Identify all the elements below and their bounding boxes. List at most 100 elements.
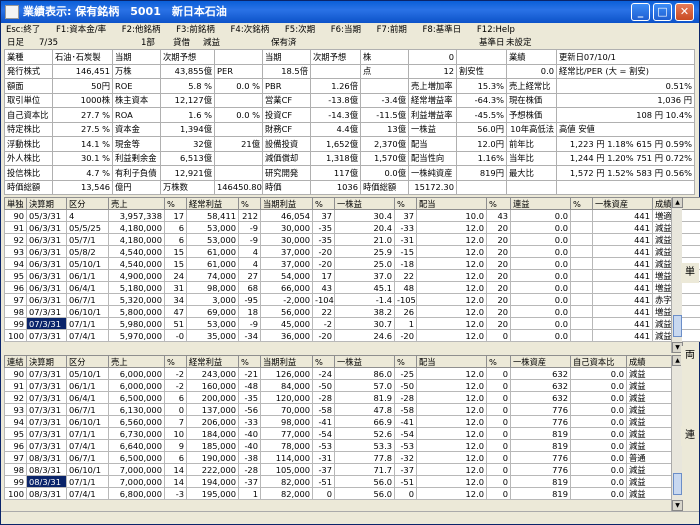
fkey-f2[interactable]: F2:他銘柄 bbox=[122, 25, 161, 35]
table-cell: 0 bbox=[486, 463, 511, 476]
stock-info-cell: -64.3% bbox=[456, 92, 507, 108]
column-header[interactable]: % bbox=[164, 355, 187, 368]
column-header[interactable]: 当期利益 bbox=[260, 355, 313, 368]
table-row[interactable]: 97 06/3/31 06/7/1 5,320,000 34 3,000 -95 -2,000… bbox=[4, 293, 700, 306]
column-header[interactable]: 売上 bbox=[108, 355, 165, 368]
column-header[interactable]: 配当 bbox=[416, 355, 487, 368]
stock-info-cell: 1,318億 bbox=[310, 150, 361, 166]
table-row[interactable]: 91 06/3/31 05/5/25 4,180,000 6 53,000 -9 30,000… bbox=[4, 221, 700, 234]
table-row[interactable]: 90 07/3/31 05/10/1 6,000,000 -2 243,000 -21 126… bbox=[4, 367, 682, 380]
column-header[interactable]: 一株益 bbox=[334, 355, 395, 368]
column-header[interactable]: 単独 bbox=[4, 197, 27, 210]
column-header[interactable]: 決算期 bbox=[26, 197, 67, 210]
column-header[interactable]: 連結 bbox=[4, 355, 27, 368]
table-row[interactable]: 95 07/3/31 07/1/1 6,730,000 10 184,000 -40 77,0… bbox=[4, 427, 682, 440]
column-header[interactable]: % bbox=[164, 197, 187, 210]
column-header[interactable]: 一株資産 bbox=[592, 197, 653, 210]
table-cell: 24 bbox=[164, 269, 187, 282]
column-header[interactable]: % bbox=[312, 355, 335, 368]
fkey-f1[interactable]: F1:資本金/率 bbox=[56, 25, 106, 35]
close-button[interactable]: ✕ bbox=[675, 3, 694, 21]
table-cell: 14 bbox=[164, 475, 187, 488]
fkey-f3[interactable]: F3:前銘柄 bbox=[176, 25, 215, 35]
column-header[interactable]: % bbox=[570, 197, 593, 210]
table-row[interactable]: 92 06/3/31 05/7/1 4,180,000 6 53,000 -9 30,000-… bbox=[4, 233, 700, 246]
table-cell: 25.9 bbox=[334, 245, 395, 258]
fkey-f7[interactable]: F7:前期 bbox=[377, 25, 407, 35]
fkey-esc[interactable]: Esc:終了 bbox=[6, 25, 40, 35]
stock-info-cell: 1.6 % bbox=[160, 107, 215, 123]
stock-info-row: 業種 石油･石炭製 当期 次期予想 当期 次期予想株 0 業績 更新日07/10/1 bbox=[4, 49, 695, 65]
scroll-thumb[interactable] bbox=[673, 473, 682, 495]
column-header[interactable]: 決算期 bbox=[26, 355, 67, 368]
stock-info-cell: 1000株 bbox=[52, 92, 113, 108]
table-cell: 07/3/31 bbox=[26, 415, 67, 428]
table-cell: -9 bbox=[238, 317, 261, 330]
scroll-toggle-button[interactable]: 両 bbox=[681, 346, 699, 366]
maximize-button[interactable]: □ bbox=[653, 3, 672, 21]
column-header[interactable]: % bbox=[238, 197, 261, 210]
table-row[interactable]: 91 07/3/31 06/1/1 6,000,000 -2 160,000 -48 84,0… bbox=[4, 379, 682, 392]
fkey-f4[interactable]: F4:次銘柄 bbox=[231, 25, 270, 35]
table-cell: -34 bbox=[238, 329, 261, 342]
scroll-down-icon[interactable]: ▼ bbox=[672, 500, 683, 511]
table-cell: -18 bbox=[394, 257, 417, 270]
table-cell: 20 bbox=[486, 233, 511, 246]
consolidated-side-button[interactable]: 連 bbox=[681, 426, 699, 446]
column-header[interactable]: % bbox=[238, 355, 261, 368]
column-header[interactable]: % bbox=[486, 355, 511, 368]
table-row[interactable]: 98 07/3/31 06/10/1 5,800,000 47 69,000 18 56,00… bbox=[4, 305, 700, 318]
table-row[interactable]: 98 08/3/31 06/10/1 7,000,000 14 222,000 -28 105… bbox=[4, 463, 682, 476]
info-row: 日足 7/35 1部 貸借 減益 保有済 基準日 未設定 bbox=[1, 37, 699, 49]
stock-info-cell: 利益剰余金 bbox=[112, 150, 161, 166]
single-side-button[interactable]: 単 bbox=[681, 263, 699, 283]
column-header[interactable]: 配当 bbox=[416, 197, 487, 210]
table-row[interactable]: 93 07/3/31 06/7/1 6,130,000 0 137,000 -56 70,00… bbox=[4, 403, 682, 416]
column-header[interactable]: % bbox=[486, 197, 511, 210]
table-row[interactable]: 96 07/3/31 07/4/1 6,640,000 9 185,000 -40 78,00… bbox=[4, 439, 682, 452]
table-row[interactable]: 93 06/3/31 05/8/2 4,540,000 15 61,000 4 37,000-… bbox=[4, 245, 700, 258]
table-row[interactable]: 96 06/3/31 06/4/1 5,180,000 31 98,000 68 66,000… bbox=[4, 281, 700, 294]
table-cell: 9 bbox=[164, 439, 187, 452]
column-header[interactable]: 区分 bbox=[66, 197, 109, 210]
table-row[interactable]: 90 05/3/31 4 3,957,338 17 58,411 212 46,054 37 30… bbox=[4, 209, 700, 222]
table-row[interactable]: 94 07/3/31 06/10/1 6,560,000 7 206,000 -33 98,0… bbox=[4, 415, 682, 428]
table-row[interactable]: 92 07/3/31 06/4/1 6,500,000 6 200,000 -35 120,0… bbox=[4, 391, 682, 404]
fkey-f12[interactable]: F12:Help bbox=[477, 25, 515, 35]
stock-info-cell bbox=[360, 78, 409, 94]
minimize-button[interactable]: _ bbox=[631, 3, 650, 21]
column-header[interactable]: % bbox=[394, 197, 417, 210]
column-header[interactable]: 連益 bbox=[510, 197, 571, 210]
table-row[interactable]: 100 08/3/31 07/4/1 6,800,000 -3 195,000 1 82,00… bbox=[4, 487, 682, 500]
fkey-f8[interactable]: F8:基準日 bbox=[423, 25, 462, 35]
table-cell: -2 bbox=[164, 367, 187, 380]
scroll-up-icon[interactable]: ▲ bbox=[672, 197, 683, 208]
fkey-f6[interactable]: F6:当期 bbox=[331, 25, 361, 35]
table-cell: 36,000 bbox=[260, 329, 313, 342]
column-header[interactable]: 売上 bbox=[108, 197, 165, 210]
table-row[interactable]: 99 07/3/31 07/1/1 5,980,000 51 53,000 -9 45,000… bbox=[4, 317, 700, 330]
table-row[interactable]: 94 06/3/31 05/10/1 4,540,000 15 61,000 4 37,000… bbox=[4, 257, 700, 270]
table-row[interactable]: 97 08/3/31 06/7/1 6,500,000 6 190,000 -38 114,0… bbox=[4, 451, 682, 464]
fkey-f5[interactable]: F5:次期 bbox=[285, 25, 315, 35]
table-row[interactable]: 99 08/3/31 07/1/1 7,000,000 14 194,000 -37 82,0… bbox=[4, 475, 682, 488]
column-header[interactable]: 当期利益 bbox=[260, 197, 313, 210]
table-cell: 12.0 bbox=[416, 391, 487, 404]
stock-info-cell: 14.1 % bbox=[52, 136, 113, 152]
table-cell: 15 bbox=[164, 245, 187, 258]
table-cell: 31 bbox=[164, 281, 187, 294]
column-header[interactable]: 経常利益 bbox=[186, 197, 239, 210]
column-header[interactable]: 経常利益 bbox=[186, 355, 239, 368]
column-header[interactable]: % bbox=[312, 197, 335, 210]
column-header[interactable]: 自己資本比 bbox=[570, 355, 627, 368]
table-row[interactable]: 100 07/3/31 07/4/1 5,970,000 -0 35,000 -34 36,0… bbox=[4, 329, 700, 342]
scroll-thumb[interactable] bbox=[673, 315, 682, 337]
table-cell: 08/3/31 bbox=[26, 487, 67, 500]
column-header[interactable]: % bbox=[394, 355, 417, 368]
column-header[interactable]: 区分 bbox=[66, 355, 109, 368]
stock-info-cell: 6,513億 bbox=[160, 150, 215, 166]
table-cell: 0 bbox=[486, 475, 511, 488]
column-header[interactable]: 一株益 bbox=[334, 197, 395, 210]
column-header[interactable]: 一株資産 bbox=[510, 355, 571, 368]
table-row[interactable]: 95 06/3/31 06/1/1 4,900,000 24 74,000 27 54,000… bbox=[4, 269, 700, 282]
